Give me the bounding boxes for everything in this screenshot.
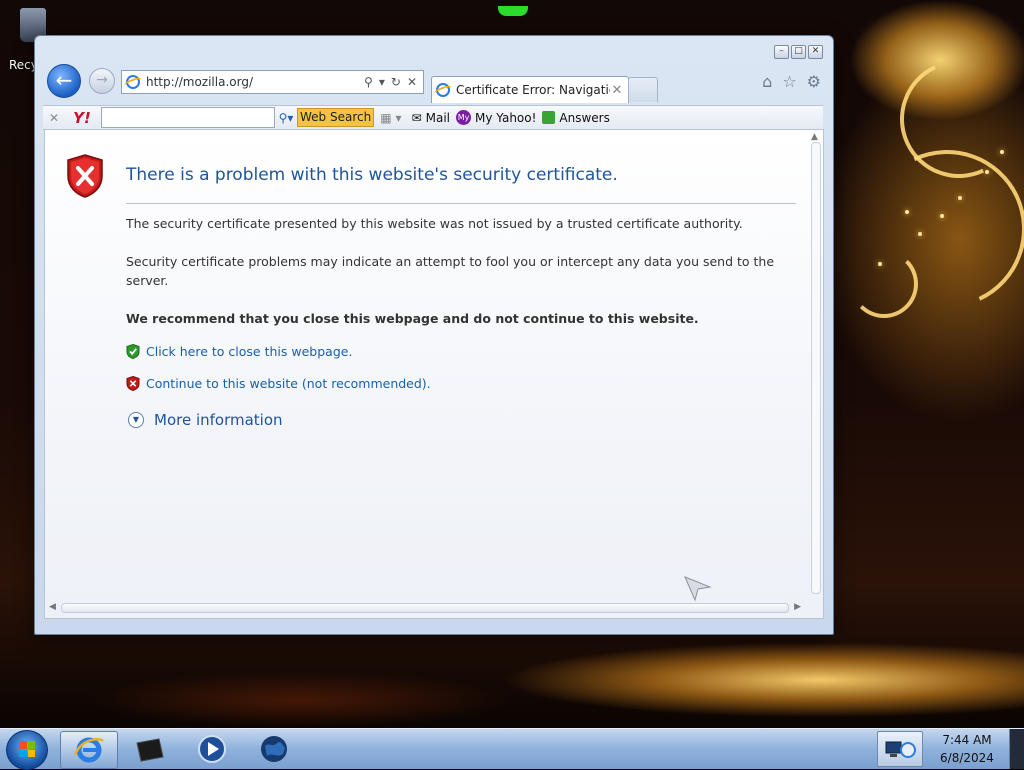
continue-to-website-link[interactable]: Continue to this website (not recommende… <box>146 376 431 391</box>
wallpaper-sparkle <box>905 210 909 214</box>
security-warning-text: Security certificate problems may indica… <box>126 254 775 288</box>
network-computer-icon <box>885 741 916 758</box>
home-icon[interactable]: ⌂ <box>762 72 772 91</box>
system-tray: 7:44 AM 6/8/2024 <box>877 729 1024 769</box>
search-magnifier-icon[interactable]: ⚲▾ <box>275 111 297 125</box>
folder-box-icon <box>136 738 164 762</box>
close-webpage-link-row: Click here to close this webpage. <box>126 344 352 359</box>
continue-link-row: Continue to this website (not recommende… <box>126 376 431 391</box>
ie-page-icon <box>126 75 140 89</box>
mail-envelope-icon: ✉ <box>411 110 422 125</box>
red-shield-x-icon <box>67 154 103 198</box>
minimize-button[interactable]: – <box>774 45 789 59</box>
untrusted-authority-text: The security certificate presented by th… <box>126 216 743 231</box>
media-player-icon <box>198 735 226 763</box>
vertical-scroll-track[interactable] <box>811 142 821 594</box>
taskbar-file-manager[interactable] <box>122 731 178 767</box>
address-tools: ⚲ ▾ ↻ ✕ <box>364 75 423 89</box>
mail-button[interactable]: ✉ Mail <box>412 111 450 125</box>
wallpaper-sparkle <box>878 262 882 266</box>
taskbar-media-player[interactable] <box>184 731 240 767</box>
network-tray-button[interactable] <box>877 731 923 767</box>
horizontal-scrollbar[interactable]: ◀ ▶ <box>49 600 801 614</box>
tab-close-icon[interactable]: ✕ <box>610 83 624 98</box>
search-icon[interactable]: ⚲ <box>364 75 373 89</box>
show-desktop-button[interactable] <box>1009 729 1024 769</box>
green-shield-check-icon <box>126 344 140 359</box>
close-window-button[interactable]: ✕ <box>808 45 823 59</box>
page-content: There is a problem with this website's s… <box>44 129 824 619</box>
wallpaper-sparkle <box>985 170 989 174</box>
back-button[interactable]: ← <box>47 64 81 98</box>
command-icons: ⌂ ☆ ⚙ <box>762 72 821 91</box>
stop-icon[interactable]: ✕ <box>407 75 417 89</box>
start-button[interactable] <box>6 730 48 770</box>
yahoo-logo[interactable]: Y! <box>65 109 99 127</box>
taskbar-globe-app[interactable] <box>246 731 302 767</box>
maximize-button[interactable]: □ <box>791 45 806 59</box>
globe-icon <box>261 736 287 762</box>
browser-window: – □ ✕ ← → http://mozilla.org/ ⚲ ▾ ↻ ✕ Ce… <box>34 35 834 635</box>
scroll-right-arrow-icon[interactable]: ▶ <box>794 602 801 612</box>
tab-certificate-error[interactable]: Certificate Error: Navigatio... ✕ <box>431 76 629 103</box>
mail-label: Mail <box>425 110 451 125</box>
web-search-button[interactable]: Web Search <box>297 108 375 127</box>
taskbar-internet-explorer[interactable] <box>60 731 118 769</box>
dropdown-chevron-icon: ▾ <box>395 110 402 125</box>
ie-tab-icon <box>436 83 450 97</box>
scroll-up-arrow-icon[interactable]: ▲ <box>811 132 818 142</box>
my-yahoo-icon: My <box>456 110 472 125</box>
mouse-pointer-icon <box>684 576 712 601</box>
red-shield-x-small-icon <box>126 376 140 391</box>
wallpaper-sparkle <box>918 232 922 236</box>
my-yahoo-button[interactable]: My My Yahoo! <box>456 110 536 125</box>
windows-logo-icon <box>19 741 35 757</box>
more-information-label: More information <box>154 411 283 429</box>
wallpaper-sparkle <box>940 214 944 218</box>
scroll-left-arrow-icon[interactable]: ◀ <box>49 602 56 612</box>
answers-icon <box>542 111 556 124</box>
taskbar: 7:44 AM 6/8/2024 <box>0 728 1024 770</box>
block-icon: ▦ <box>380 110 392 125</box>
expand-chevron-icon: ▼ <box>128 412 144 428</box>
window-controls: – □ ✕ <box>774 45 823 59</box>
top-green-indicator <box>498 6 528 16</box>
wallpaper-sparkle <box>1000 150 1004 154</box>
vertical-scrollbar[interactable]: ▲ <box>808 132 822 602</box>
wallpaper-sparkle <box>958 196 962 200</box>
yahoo-toolbar: ✕ Y! ⚲▾ Web Search ▦ ▾ ✉ Mail My My Yaho… <box>43 105 823 130</box>
favorites-star-icon[interactable]: ☆ <box>782 72 796 91</box>
internet-explorer-icon <box>73 737 104 763</box>
close-webpage-link[interactable]: Click here to close this webpage. <box>146 344 352 359</box>
my-yahoo-label: My Yahoo! <box>475 110 537 125</box>
answers-button[interactable]: Answers <box>542 110 610 125</box>
title-divider <box>126 203 796 204</box>
horizontal-scroll-thumb[interactable] <box>61 603 789 613</box>
address-bar[interactable]: http://mozilla.org/ ⚲ ▾ ↻ ✕ <box>121 70 424 94</box>
forward-arrow-icon: → <box>96 72 108 88</box>
address-url[interactable]: http://mozilla.org/ <box>146 75 364 89</box>
system-clock[interactable]: 7:44 AM 6/8/2024 <box>925 731 1009 767</box>
clock-time: 7:44 AM <box>942 733 992 747</box>
toolbar-options-button[interactable]: ▦ ▾ <box>380 111 401 125</box>
dropdown-chevron-icon[interactable]: ▾ <box>379 75 385 89</box>
wallpaper-swirl <box>850 250 918 318</box>
forward-button[interactable]: → <box>89 68 115 94</box>
back-arrow-icon: ← <box>55 68 73 92</box>
tools-gear-icon[interactable]: ⚙ <box>807 72 821 91</box>
recommendation-text: We recommend that you close this webpage… <box>126 311 699 326</box>
page-title: There is a problem with this website's s… <box>126 165 618 185</box>
more-information-toggle[interactable]: ▼ More information <box>128 411 283 429</box>
yahoo-search-input[interactable] <box>101 107 275 128</box>
clock-date: 6/8/2024 <box>940 751 994 765</box>
tab-title: Certificate Error: Navigatio... <box>456 83 610 97</box>
toolbar-close-icon[interactable]: ✕ <box>43 111 65 125</box>
answers-label: Answers <box>559 110 610 125</box>
new-tab-button[interactable] <box>628 77 658 102</box>
refresh-icon[interactable]: ↻ <box>391 75 401 89</box>
